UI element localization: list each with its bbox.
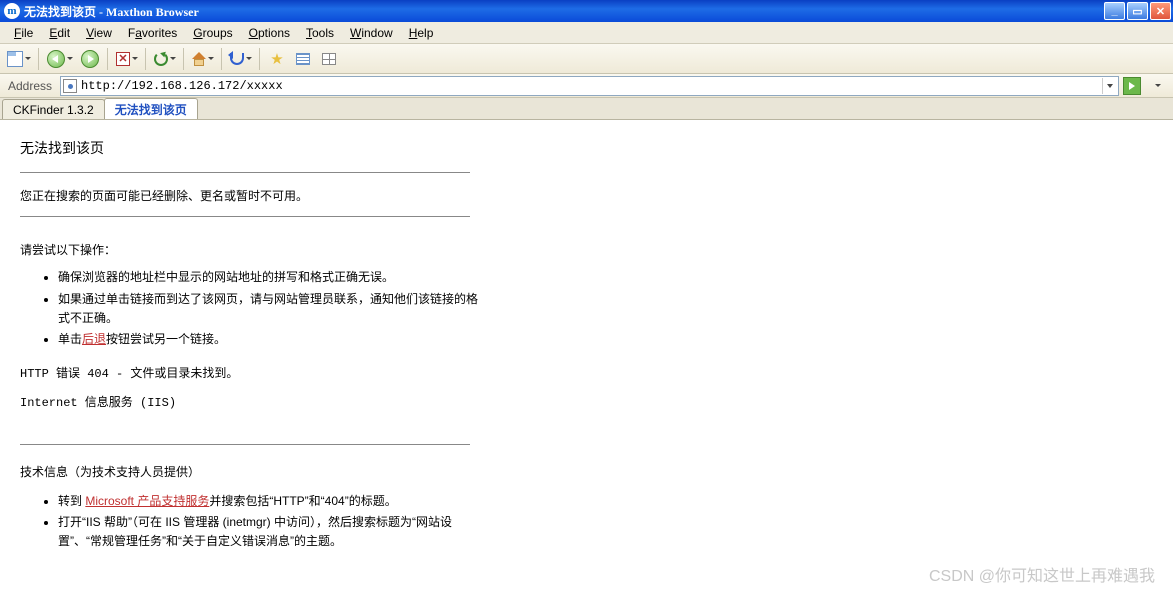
list-item: 单击后退按钮尝试另一个链接。 <box>58 330 488 349</box>
window-title: 无法找到该页 - Maxthon Browser <box>24 3 1104 20</box>
list-item: 确保浏览器的地址栏中显示的网站地址的拼写和格式正确无误。 <box>58 268 488 287</box>
tech-info-section: 技术信息（为技术支持人员提供） 转到 Microsoft 产品支持服务并搜索包括… <box>20 463 1153 552</box>
try-label: 请尝试以下操作： <box>20 241 1153 260</box>
menu-file[interactable]: File <box>6 24 41 42</box>
address-extra-button[interactable] <box>1145 74 1169 98</box>
separator <box>38 48 39 70</box>
menu-view[interactable]: View <box>78 24 120 42</box>
divider <box>20 444 470 445</box>
reload-button[interactable] <box>151 47 178 71</box>
error-heading: 无法找到该页 <box>20 138 1153 158</box>
ms-support-link[interactable]: Microsoft 产品支持服务 <box>85 494 209 508</box>
menu-favorites[interactable]: Favorites <box>120 24 185 42</box>
separator <box>183 48 184 70</box>
tech-list: 转到 Microsoft 产品支持服务并搜索包括“HTTP”和“404”的标题。… <box>58 492 488 552</box>
new-page-icon <box>7 51 23 67</box>
favorites-button[interactable]: ★ <box>265 47 289 71</box>
minimize-button[interactable]: _ <box>1104 2 1125 20</box>
menu-tools[interactable]: Tools <box>298 24 342 42</box>
address-bar: Address <box>0 74 1173 98</box>
home-button[interactable] <box>189 47 216 71</box>
reload-icon <box>154 52 168 66</box>
tab-label: 无法找到该页 <box>115 101 187 118</box>
url-box[interactable] <box>60 76 1119 96</box>
grid-icon <box>322 53 336 65</box>
page-content: 无法找到该页 您正在搜索的页面可能已经删除、更名或暂时不可用。 请尝试以下操作：… <box>0 120 1173 596</box>
window-buttons: _ ▭ ✕ <box>1104 2 1171 20</box>
menu-bar: File Edit View Favorites Groups Options … <box>0 22 1173 44</box>
close-button[interactable]: ✕ <box>1150 2 1171 20</box>
list-item: 如果通过单击链接而到达了该网页，请与网站管理员联系，通知他们该链接的格式不正确。 <box>58 290 488 328</box>
page-type-icon <box>63 79 77 93</box>
tech-heading: 技术信息（为技术支持人员提供） <box>20 463 1153 482</box>
app-icon: m <box>4 3 20 19</box>
list-item: 打开“IIS 帮助”（可在 IIS 管理器 (inetmgr) 中访问），然后搜… <box>58 513 488 551</box>
back-button[interactable] <box>44 47 76 71</box>
undo-icon <box>230 53 244 65</box>
list-item: 转到 Microsoft 产品支持服务并搜索包括“HTTP”和“404”的标题。 <box>58 492 488 511</box>
menu-window[interactable]: Window <box>342 24 401 42</box>
star-icon: ★ <box>270 50 283 68</box>
separator <box>145 48 146 70</box>
grid-button[interactable] <box>317 47 341 71</box>
toolbar: ✕ ★ <box>0 44 1173 74</box>
tab-ckfinder[interactable]: CKFinder 1.3.2 <box>2 99 105 119</box>
suggestion-list: 确保浏览器的地址栏中显示的网站地址的拼写和格式正确无误。 如果通过单击链接而到达… <box>58 268 488 349</box>
divider <box>20 216 470 217</box>
stop-button[interactable]: ✕ <box>113 47 140 71</box>
menu-options[interactable]: Options <box>241 24 298 42</box>
tab-error-page[interactable]: 无法找到该页 <box>104 98 198 119</box>
maximize-button[interactable]: ▭ <box>1127 2 1148 20</box>
undo-button[interactable] <box>227 47 254 71</box>
list-button[interactable] <box>291 47 315 71</box>
error-description: 您正在搜索的页面可能已经删除、更名或暂时不可用。 <box>20 187 1153 206</box>
menu-groups[interactable]: Groups <box>185 24 240 42</box>
separator <box>221 48 222 70</box>
url-input[interactable] <box>81 78 1102 94</box>
tab-bar: CKFinder 1.3.2 无法找到该页 <box>0 98 1173 120</box>
forward-button[interactable] <box>78 47 102 71</box>
menu-edit[interactable]: Edit <box>41 24 78 42</box>
iis-line: Internet 信息服务 (IIS) <box>20 394 1153 413</box>
back-link[interactable]: 后退 <box>82 332 106 346</box>
back-icon <box>47 50 65 68</box>
title-bar: m 无法找到该页 - Maxthon Browser _ ▭ ✕ <box>0 0 1173 22</box>
http-error-line: HTTP 错误 404 - 文件或目录未找到。 <box>20 365 1153 384</box>
url-dropdown-button[interactable] <box>1102 78 1116 94</box>
new-tab-button[interactable] <box>4 47 33 71</box>
list-icon <box>296 53 310 65</box>
divider <box>20 172 470 173</box>
tab-label: CKFinder 1.3.2 <box>13 103 94 117</box>
menu-help[interactable]: Help <box>401 24 442 42</box>
separator <box>107 48 108 70</box>
forward-icon <box>81 50 99 68</box>
stop-icon: ✕ <box>116 52 130 66</box>
home-icon <box>192 52 206 66</box>
separator <box>259 48 260 70</box>
address-label: Address <box>4 79 56 93</box>
go-button[interactable] <box>1123 77 1141 95</box>
